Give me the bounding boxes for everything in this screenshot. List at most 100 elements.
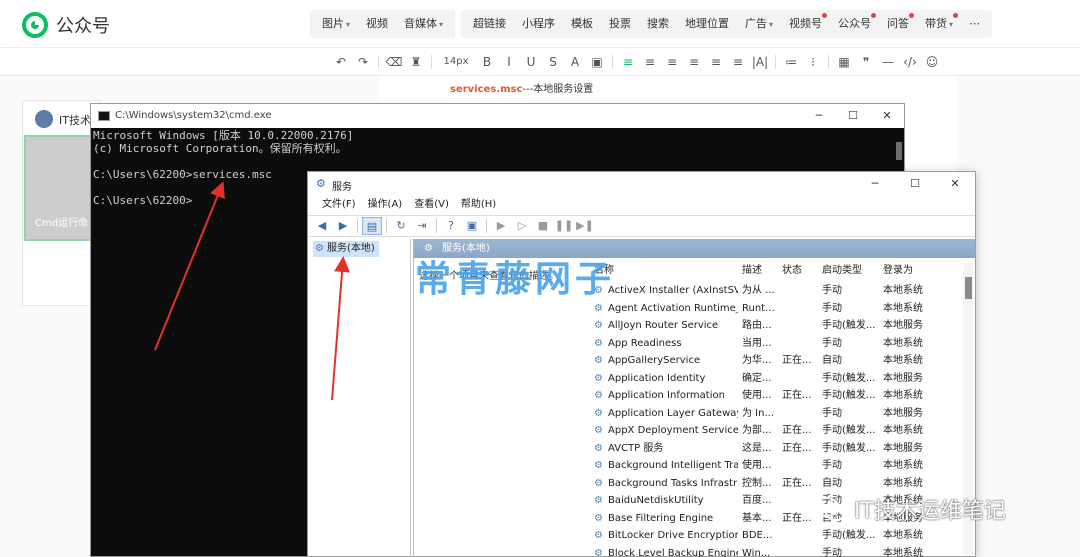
new-badge-dot <box>953 12 959 18</box>
column-login[interactable]: 登录为 <box>883 263 913 279</box>
service-row[interactable]: ⚙ App Readiness 当用... 手动 本地系统 <box>592 335 962 353</box>
menu-item[interactable]: 投票 <box>601 10 639 38</box>
menu-item[interactable]: 视频号 <box>781 10 830 38</box>
strikethrough-icon[interactable]: S <box>542 52 564 72</box>
unordered-list-icon[interactable]: ≔ <box>780 52 802 72</box>
service-gear-icon: ⚙ <box>594 477 603 489</box>
start-service-alt-icon[interactable]: ▷ <box>512 217 532 235</box>
background-color-icon[interactable]: ▣ <box>586 52 608 72</box>
service-row[interactable]: ⚙ Background Intelligent Tra... 使用... 手动 本地系… <box>592 457 962 475</box>
undo-icon[interactable]: ↶ <box>330 52 352 72</box>
tree-item-services-local[interactable]: ⚙ 服务(本地) <box>313 241 379 257</box>
service-row[interactable]: ⚙ Background Tasks Infrastru... 控制... 正在...… <box>592 475 962 493</box>
font-size-select[interactable]: 14px <box>436 52 476 72</box>
back-arrow-icon[interactable]: ◀ <box>312 217 332 235</box>
close-icon[interactable]: ✕ <box>935 172 975 196</box>
service-row[interactable]: ⚙ Application Layer Gateway ... 为 In... 手动 本… <box>592 405 962 423</box>
bold-icon[interactable]: B <box>476 52 498 72</box>
menu-item[interactable]: 带货 ▾ <box>917 10 961 39</box>
maximize-icon[interactable]: ☐ <box>836 104 870 128</box>
service-desc: 使用... <box>742 390 772 401</box>
menu-item[interactable]: 广告 ▾ <box>737 10 781 39</box>
service-row[interactable]: ⚙ Block Level Backup Engine ... Win... 手动 本地… <box>592 545 962 557</box>
line-height-icon[interactable]: ≡ <box>727 52 749 72</box>
underline-icon[interactable]: U <box>520 52 542 72</box>
service-row[interactable]: ⚙ BitLocker Drive Encryption ... BDE... 手动(… <box>592 527 962 545</box>
export-list-icon[interactable]: ⇥ <box>412 217 432 235</box>
service-desc: 确定... <box>742 372 772 384</box>
services-menu-item[interactable]: 文件(F) <box>316 196 362 214</box>
indent-icon[interactable]: ≡ <box>705 52 727 72</box>
code-icon[interactable]: ‹/› <box>899 52 921 72</box>
help-icon[interactable]: ? <box>441 217 461 235</box>
letter-spacing-icon[interactable]: |A| <box>749 52 771 72</box>
cmd-scrollbar[interactable] <box>896 142 902 160</box>
service-row[interactable]: ⚙ Application Information 使用... 正在... 手动(触发.… <box>592 387 962 405</box>
cmd-titlebar[interactable]: C:\Windows\system32\cmd.exe ─ ☐ ✕ <box>91 104 904 128</box>
ordered-list-icon[interactable]: ⁝ <box>802 52 824 72</box>
services-menu-item[interactable]: 操作(A) <box>362 196 409 214</box>
table-icon[interactable]: ▦ <box>833 52 855 72</box>
app-name: 公众号 <box>56 16 110 37</box>
forward-arrow-icon[interactable]: ▶ <box>333 217 353 235</box>
service-row[interactable]: ⚙ AllJoyn Router Service 路由... 手动(触发... 本地服务 <box>592 317 962 335</box>
menu-item[interactable]: 视频 <box>358 10 396 38</box>
menu-item[interactable]: 公众号 <box>830 10 879 38</box>
stop-service-icon[interactable]: ■ <box>533 217 553 235</box>
menu-item[interactable]: ⋯ <box>961 10 988 38</box>
service-row[interactable]: ⚙ Agent Activation Runtime_... Runt... 手动 本地… <box>592 300 962 318</box>
menu-item[interactable]: 问答 <box>879 10 917 38</box>
services-menu-item[interactable]: 查看(V) <box>408 196 455 214</box>
quote-icon[interactable]: ❞ <box>855 52 877 72</box>
services-menu-item[interactable]: 帮助(H) <box>455 196 502 214</box>
menu-item-label: 小程序 <box>522 17 556 30</box>
format-painter-icon[interactable]: ⌫ <box>383 52 405 72</box>
divider-icon[interactable]: — <box>877 52 899 72</box>
clear-format-icon[interactable]: ♜ <box>405 52 427 72</box>
menu-item[interactable]: 模板 <box>563 10 601 38</box>
redo-icon[interactable]: ↷ <box>352 52 374 72</box>
column-desc[interactable]: 描述 <box>742 263 762 279</box>
column-startup[interactable]: 启动类型 <box>822 263 862 279</box>
close-icon[interactable]: ✕ <box>870 104 904 128</box>
menu-item[interactable]: 图片 ▾ <box>314 10 358 39</box>
align-justify-icon[interactable]: ≡ <box>617 52 639 72</box>
console-tree-icon[interactable]: ▤ <box>362 217 382 235</box>
restart-service-icon[interactable]: ▶❚ <box>575 217 595 235</box>
services-titlebar[interactable]: ⚙ 服务 ─ ☐ ✕ <box>308 172 975 196</box>
start-service-icon[interactable]: ▶ <box>491 217 511 235</box>
align-center-icon[interactable]: ≡ <box>661 52 683 72</box>
column-status[interactable]: 状态 <box>782 263 802 279</box>
properties-icon[interactable]: ▣ <box>462 217 482 235</box>
service-row[interactable]: ⚙ AppGalleryService 为华... 正在... 自动 本地系统 <box>592 352 962 370</box>
menu-group-media: 图片 ▾ 视频 音媒体 ▾ <box>310 10 456 39</box>
menu-item[interactable]: 地理位置 <box>677 10 737 38</box>
menu-item[interactable]: 搜索 <box>639 10 677 38</box>
emoji-icon[interactable]: ☺ <box>921 52 943 72</box>
font-color-icon[interactable]: A <box>564 52 586 72</box>
article-card[interactable]: IT技术 Cmd运行命 <box>22 100 100 306</box>
maximize-icon[interactable]: ☐ <box>895 172 935 196</box>
menu-item[interactable]: 超链接 <box>465 10 514 38</box>
menu-item[interactable]: 音媒体 ▾ <box>396 10 451 39</box>
service-row[interactable]: ⚙ Application Identity 确定... 手动(触发... 本地服务 <box>592 370 962 388</box>
service-row[interactable]: ⚙ AppX Deployment Service ... 为部... 正在... 手动… <box>592 422 962 440</box>
toolbar-separator <box>828 55 829 69</box>
service-row[interactable]: ⚙ AVCTP 服务 这是... 正在... 手动(触发... 本地服务 <box>592 440 962 458</box>
italic-icon[interactable]: I <box>498 52 520 72</box>
menu-item[interactable]: 小程序 <box>514 10 563 38</box>
minimize-icon[interactable]: ─ <box>855 172 895 196</box>
scrollbar-thumb[interactable] <box>965 277 972 299</box>
align-left-icon[interactable]: ≡ <box>639 52 661 72</box>
minimize-icon[interactable]: ─ <box>802 104 836 128</box>
brand-watermark: IT技术运维笔记 <box>812 493 1006 525</box>
service-desc: 基本... <box>742 512 772 524</box>
service-row[interactable]: ⚙ ActiveX Installer (AxInstSV) 为从 ... 手动 本地系… <box>592 282 962 300</box>
service-desc: 使用... <box>742 460 772 471</box>
pause-service-icon[interactable]: ❚❚ <box>554 217 574 235</box>
screenshot: { "app": { "name": "公众号", "logo_icon": "… <box>0 0 1080 557</box>
refresh-icon[interactable]: ↻ <box>391 217 411 235</box>
app-logo[interactable]: 公众号 <box>22 12 110 38</box>
service-startup: 手动 <box>822 407 842 419</box>
align-right-icon[interactable]: ≡ <box>683 52 705 72</box>
